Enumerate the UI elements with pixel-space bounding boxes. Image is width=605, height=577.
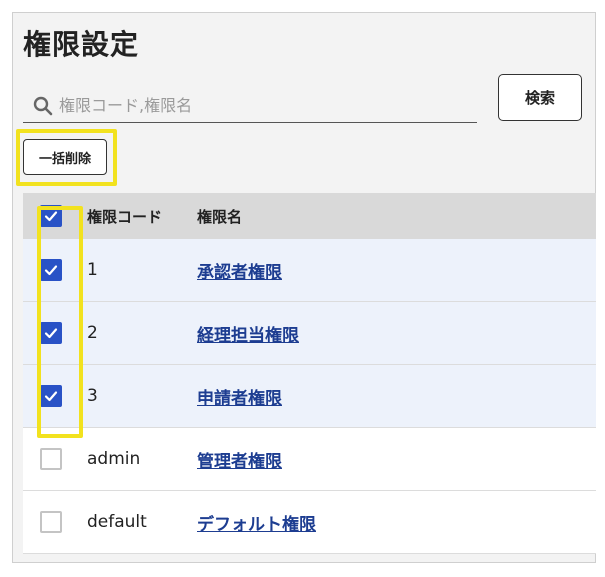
table-row[interactable]: 2 経理担当権限	[23, 302, 596, 365]
row-checkbox[interactable]	[40, 322, 62, 344]
row-checkbox[interactable]	[40, 448, 62, 470]
row-name-link[interactable]: 承認者権限	[197, 263, 282, 283]
row-checkbox[interactable]	[40, 511, 62, 533]
search-bar	[23, 89, 477, 123]
row-name-link[interactable]: 申請者権限	[197, 389, 282, 409]
row-code: 1	[87, 260, 98, 280]
table-row[interactable]: default デフォルト権限	[23, 491, 596, 554]
table-row[interactable]: 3 申請者権限	[23, 365, 596, 428]
check-icon	[44, 211, 58, 222]
select-all-checkbox[interactable]	[40, 205, 62, 227]
permission-table: 権限コード 権限名 1 承認者権限 2 経理担当権限 3 申請者権限 admin…	[23, 193, 596, 554]
row-name-link[interactable]: 経理担当権限	[197, 326, 299, 346]
row-checkbox[interactable]	[40, 385, 62, 407]
page-title: 権限設定	[23, 28, 140, 61]
row-code: 2	[87, 323, 98, 343]
column-header-name[interactable]: 権限名	[193, 206, 242, 227]
table-header-row: 権限コード 権限名	[23, 193, 596, 239]
table-row[interactable]: 1 承認者権限	[23, 239, 596, 302]
check-icon	[44, 265, 58, 276]
column-header-code[interactable]: 権限コード	[79, 206, 193, 227]
select-all-cell	[23, 205, 79, 227]
search-input[interactable]	[59, 90, 459, 121]
table-row[interactable]: admin 管理者権限	[23, 428, 596, 491]
permission-settings-panel: 権限設定 検索 一括削除 権限コード 権限名	[12, 12, 596, 563]
search-button[interactable]: 検索	[498, 74, 582, 121]
row-code: default	[87, 512, 147, 532]
row-checkbox[interactable]	[40, 259, 62, 281]
search-icon	[33, 96, 53, 115]
row-name-link[interactable]: 管理者権限	[197, 452, 282, 472]
check-icon	[44, 328, 58, 339]
row-name-link[interactable]: デフォルト権限	[197, 515, 316, 535]
row-code: 3	[87, 386, 98, 406]
check-icon	[44, 391, 58, 402]
row-code: admin	[87, 449, 141, 469]
bulk-delete-button[interactable]: 一括削除	[23, 139, 107, 175]
